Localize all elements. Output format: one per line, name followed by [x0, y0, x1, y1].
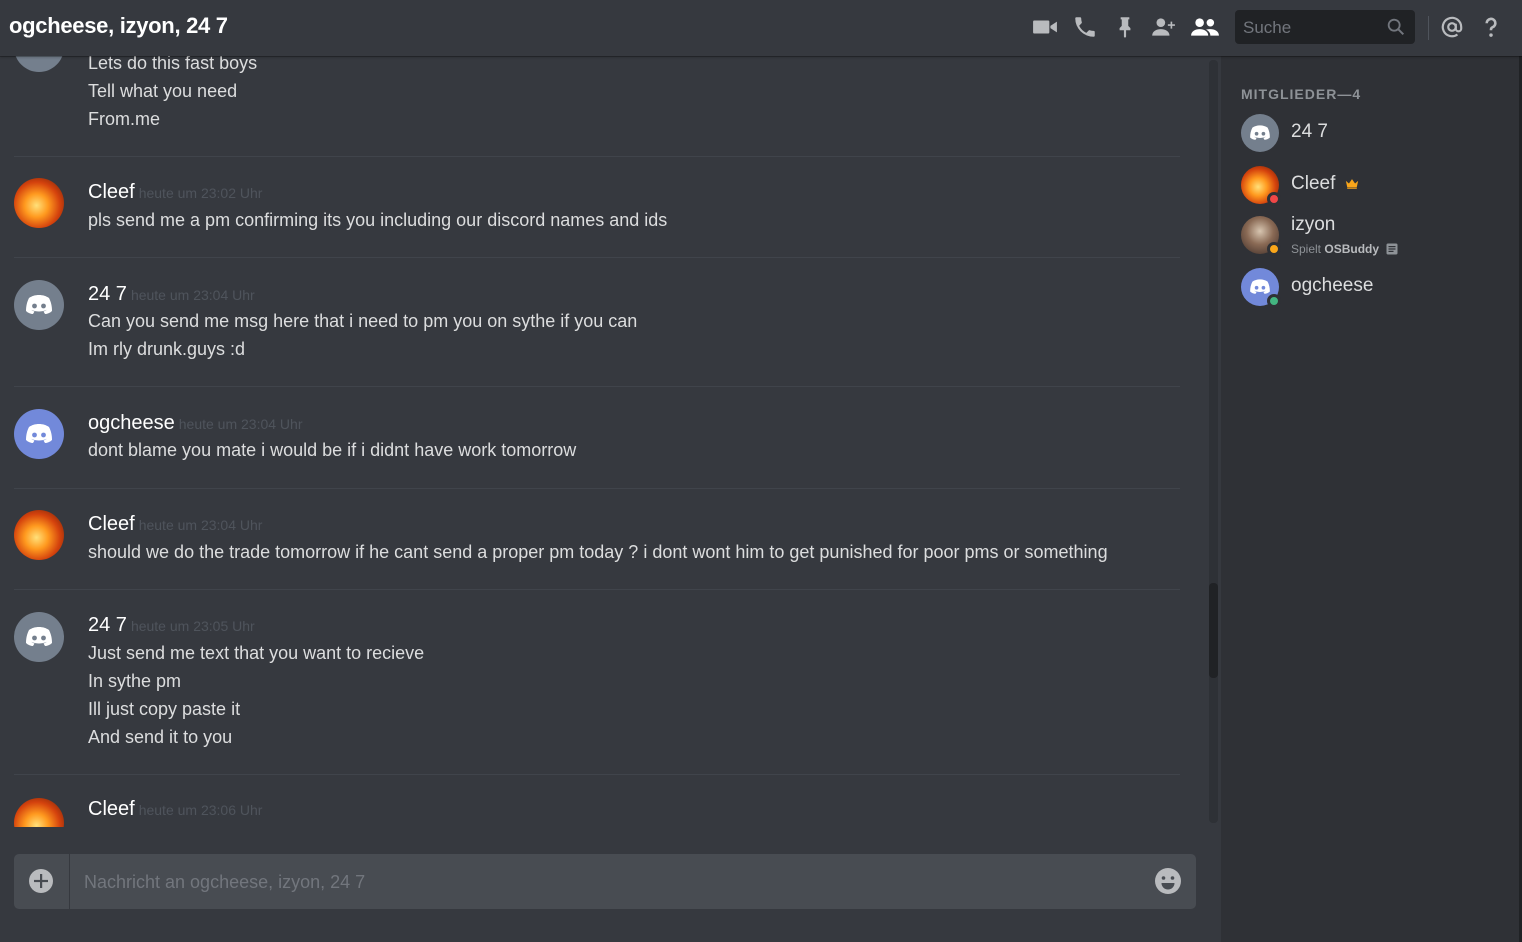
member-list-header: MITGLIEDER—4: [1241, 86, 1362, 102]
avatar[interactable]: [14, 178, 64, 228]
message-divider: [14, 589, 1180, 590]
message-divider: [14, 257, 1180, 258]
discord-logo-icon: [1250, 125, 1270, 140]
message-text: And send it to you: [88, 727, 233, 747]
online-status-icon: [1267, 294, 1281, 308]
avatar[interactable]: [14, 56, 64, 72]
message-text: In sythe pm: [88, 671, 182, 691]
message-timestamp: heute um 23:04 Uhr: [138, 517, 263, 533]
message-divider: [14, 774, 1180, 775]
member-list-icon[interactable]: [1190, 14, 1220, 40]
message-input[interactable]: [82, 864, 1136, 901]
member-list: MITGLIEDER—4 24 7 Cleef izyon Spielt OSB…: [1221, 56, 1522, 942]
message-divider: [14, 386, 1180, 387]
message-text: Im rly drunk.guys :d: [88, 339, 246, 359]
message-author[interactable]: Cleef heute um 23:02 Uhr: [88, 181, 262, 204]
message-divider: [14, 156, 1180, 157]
message-divider: [14, 488, 1180, 489]
member-activity: Spielt OSBuddy: [1291, 242, 1398, 256]
member-item-cleef[interactable]: Cleef: [1241, 164, 1511, 208]
avatar[interactable]: [14, 409, 64, 459]
member-item-24-7[interactable]: 24 7: [1241, 112, 1511, 156]
message-text: Lets do this fast boys: [88, 56, 258, 73]
header-divider: [1428, 16, 1429, 40]
avatar: [1241, 114, 1279, 152]
member-name: izyon: [1291, 214, 1336, 235]
search-box[interactable]: Suche: [1235, 10, 1415, 44]
voice-call-icon[interactable]: [1072, 14, 1098, 40]
member-item-ogcheese[interactable]: ogcheese: [1241, 266, 1511, 310]
message-timestamp: heute um 23:04 Uhr: [130, 287, 255, 303]
message-text: Ill just copy paste it: [88, 699, 241, 719]
member-name: Cleef: [1291, 173, 1359, 195]
message-list[interactable]: Lets do this fast boys Tell what you nee…: [0, 56, 1195, 827]
rich-presence-icon: [1386, 243, 1398, 255]
message-timestamp: heute um 23:06 Uhr: [138, 802, 263, 818]
scrollbar-track[interactable]: [1209, 60, 1218, 823]
avatar[interactable]: [14, 510, 64, 560]
message-text: Just send me text that you want to recie…: [88, 643, 425, 663]
search-icon: [1387, 18, 1405, 36]
video-call-icon[interactable]: [1032, 14, 1058, 40]
message-text: should we do the trade tomorrow if he ca…: [88, 542, 1108, 562]
message-author[interactable]: Cleef heute um 23:04 Uhr: [88, 513, 262, 536]
mention-icon[interactable]: [1439, 14, 1465, 40]
message-author[interactable]: Cleef heute um 23:06 Uhr: [88, 798, 262, 821]
scrollbar-thumb[interactable]: [1209, 583, 1218, 678]
message-timestamp: heute um 23:04 Uhr: [178, 416, 303, 432]
message-text: pls send me a pm confirming its you incl…: [88, 210, 668, 230]
idle-status-icon: [1267, 242, 1281, 256]
dnd-status-icon: [1267, 192, 1281, 206]
channel-title: ogcheese, izyon, 24 7: [9, 13, 228, 38]
owner-crown-icon: [1345, 179, 1358, 189]
upload-plus-icon[interactable]: [28, 868, 54, 894]
add-friend-icon[interactable]: [1150, 14, 1176, 40]
member-name: 24 7: [1291, 121, 1328, 142]
emoji-icon[interactable]: [1154, 867, 1182, 895]
message-timestamp: heute um 23:02 Uhr: [138, 185, 263, 201]
discord-logo-icon: [26, 295, 52, 314]
message-author[interactable]: 24 7 heute um 23:04 Uhr: [88, 283, 255, 306]
message-composer: [14, 854, 1196, 909]
composer-divider: [69, 854, 70, 909]
message-timestamp: heute um 23:05 Uhr: [130, 618, 255, 634]
message-author[interactable]: ogcheese heute um 23:04 Uhr: [88, 412, 303, 435]
discord-logo-icon: [26, 424, 52, 443]
pin-icon[interactable]: [1112, 14, 1138, 40]
help-icon[interactable]: [1478, 14, 1504, 40]
message-text: Can you send me msg here that i need to …: [88, 311, 638, 331]
member-name: ogcheese: [1291, 275, 1374, 296]
message-text: dont blame you mate i would be if i didn…: [88, 440, 577, 460]
avatar[interactable]: [14, 280, 64, 330]
avatar[interactable]: [14, 798, 64, 827]
message-author[interactable]: 24 7 heute um 23:05 Uhr: [88, 614, 255, 637]
avatar[interactable]: [14, 612, 64, 662]
message-text: From.me: [88, 109, 160, 129]
channel-header: ogcheese, izyon, 24 7 Suche: [0, 0, 1522, 56]
discord-logo-icon: [26, 627, 52, 646]
member-item-izyon[interactable]: izyon Spielt OSBuddy: [1241, 214, 1511, 258]
message-text: Tell what you need: [88, 81, 238, 101]
search-placeholder: Suche: [1243, 18, 1292, 37]
